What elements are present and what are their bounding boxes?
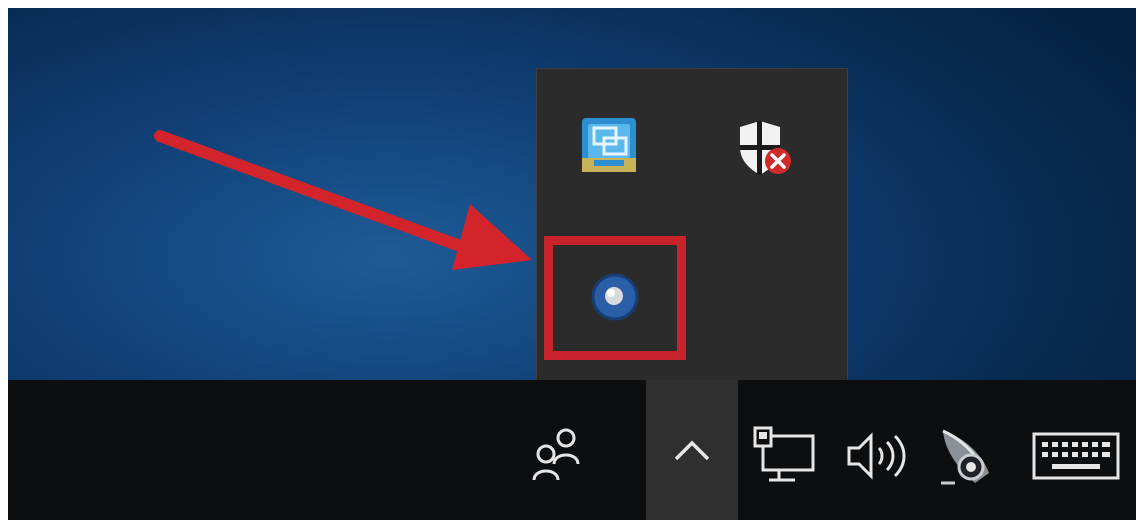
show-hidden-icons-chevron-icon[interactable] bbox=[646, 380, 738, 520]
windows-ink-workspace-icon[interactable] bbox=[930, 420, 1002, 492]
network-monitor-icon bbox=[753, 426, 815, 482]
speaker-icon bbox=[847, 432, 906, 480]
keyboard-icon bbox=[1032, 432, 1120, 480]
red-square-highlight bbox=[544, 236, 686, 360]
intel-graphics-icon bbox=[582, 118, 636, 172]
intel-graphics-tray-icon[interactable] bbox=[577, 113, 641, 177]
volume-icon[interactable] bbox=[840, 420, 912, 492]
security-center-warning-icon[interactable] bbox=[732, 117, 796, 181]
screenshot-frame bbox=[8, 8, 1136, 520]
ink-cone-icon bbox=[941, 429, 989, 485]
shield-warning-icon bbox=[740, 121, 791, 175]
people-glyph bbox=[532, 428, 580, 481]
network-icon[interactable] bbox=[748, 420, 820, 492]
touch-keyboard-icon[interactable] bbox=[1028, 420, 1124, 492]
people-icon[interactable] bbox=[520, 420, 592, 492]
chevron-up-icon bbox=[674, 440, 710, 461]
